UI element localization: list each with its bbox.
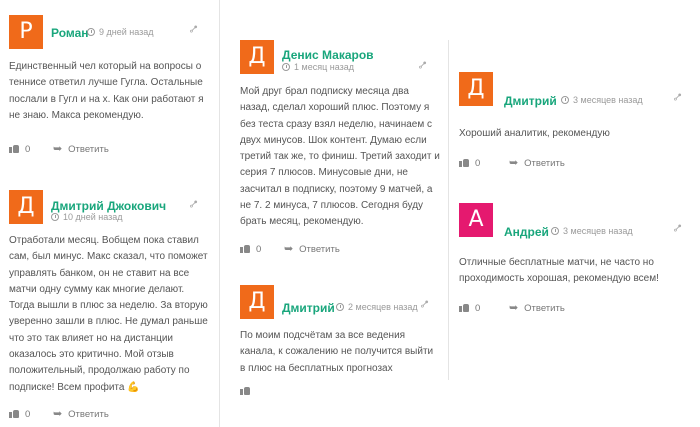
- review-card: Р Роман 9 дней назад ⊶ Единственный чел …: [9, 15, 209, 155]
- review-card: Д Дмитрий Джокович 10 дней назад ⊶ Отраб…: [9, 190, 209, 420]
- reply-icon[interactable]: ➥: [284, 242, 293, 255]
- reply-link[interactable]: Ответить: [524, 303, 565, 314]
- clock-icon: [282, 63, 290, 71]
- author-name: Дмитрий Джокович: [51, 199, 167, 213]
- like-icon[interactable]: [240, 244, 250, 253]
- review-time: 3 месяцев назад: [551, 226, 633, 236]
- avatar: Д: [240, 40, 274, 74]
- author-name: Андрей: [504, 225, 549, 239]
- review-time: 2 месяцев назад: [336, 302, 418, 312]
- review-card: А Андрей 3 месяцев назад ⊶ Отличные бесп…: [459, 203, 689, 314]
- review-actions: 0 ➥ Ответить: [9, 142, 209, 155]
- clock-icon: [561, 96, 569, 104]
- review-card: Д Дмитрий 2 месяцев назад ⊶ По моим подс…: [240, 285, 440, 397]
- review-time: 1 месяц назад: [282, 62, 354, 72]
- avatar: Д: [9, 190, 43, 224]
- avatar: Д: [459, 72, 493, 106]
- reply-icon[interactable]: ➥: [53, 142, 62, 155]
- column-divider: [448, 40, 449, 380]
- review-card: Д Дмитрий 3 месяцев назад ⊶ Хороший анал…: [459, 72, 689, 169]
- like-icon[interactable]: [459, 158, 469, 168]
- author-name: Дмитрий: [504, 94, 557, 108]
- like-icon[interactable]: [459, 303, 469, 312]
- author-name: Денис Макаров: [282, 48, 374, 62]
- review-time: 10 дней назад: [51, 212, 123, 222]
- link-icon[interactable]: ⊶: [418, 297, 433, 312]
- like-icon[interactable]: [240, 386, 250, 395]
- author-name: Дмитрий: [282, 301, 335, 315]
- author-name: Роман: [51, 26, 89, 40]
- review-actions: 0 ➥ Ответить: [459, 156, 689, 169]
- reply-icon[interactable]: ➥: [53, 407, 62, 420]
- link-icon[interactable]: ⊶: [187, 22, 202, 37]
- clock-icon: [87, 28, 95, 36]
- link-icon[interactable]: ⊶: [187, 197, 202, 212]
- reply-icon[interactable]: ➥: [509, 156, 518, 169]
- clock-icon: [336, 303, 344, 311]
- review-text: Отличные бесплатные матчи, не часто но п…: [459, 257, 659, 285]
- clock-icon: [551, 227, 559, 235]
- review-text: Единственный чел который на вопросы о те…: [9, 61, 204, 121]
- review-text: Отработали месяц. Вобщем пока ставил сам…: [9, 235, 208, 393]
- reply-link[interactable]: Ответить: [524, 158, 565, 169]
- link-icon[interactable]: ⊶: [671, 221, 686, 236]
- like-count: 0: [25, 144, 31, 156]
- avatar: Р: [9, 15, 43, 49]
- reply-link[interactable]: Ответить: [68, 144, 109, 155]
- like-count: 0: [475, 158, 481, 170]
- reply-link[interactable]: Ответить: [68, 409, 109, 420]
- review-actions: 0 ➥ Ответить: [9, 407, 209, 420]
- link-icon[interactable]: ⊶: [416, 58, 431, 73]
- review-time: 3 месяцев назад: [561, 95, 643, 105]
- avatar: Д: [240, 285, 274, 319]
- clock-icon: [51, 213, 59, 221]
- like-count: 0: [475, 302, 481, 314]
- like-count: 0: [25, 408, 31, 420]
- reviews-column-1: Р Роман 9 дней назад ⊶ Единственный чел …: [0, 0, 218, 427]
- reviews-column-2: Д Денис Макаров 1 месяц назад ⊶ Мой друг…: [221, 0, 447, 427]
- review-time: 9 дней назад: [87, 27, 154, 37]
- reply-link[interactable]: Ответить: [299, 244, 340, 255]
- review-text: По моим подсчётам за все ведения канала,…: [240, 330, 434, 374]
- like-icon[interactable]: [9, 409, 19, 418]
- review-text: Мой друг брал подписку месяца два назад,…: [240, 86, 440, 228]
- review-text: Хороший аналитик, рекомендую: [459, 128, 610, 139]
- review-card: Д Денис Макаров 1 месяц назад ⊶ Мой друг…: [240, 40, 440, 255]
- review-actions: [240, 386, 440, 397]
- review-actions: 0 ➥ Ответить: [459, 301, 689, 314]
- like-count: 0: [256, 243, 262, 255]
- reviews-column-3: Д Дмитрий 3 месяцев назад ⊶ Хороший анал…: [450, 0, 700, 427]
- review-actions: 0 ➥ Ответить: [240, 242, 440, 255]
- avatar: А: [459, 203, 493, 237]
- like-icon[interactable]: [9, 144, 19, 154]
- reply-icon[interactable]: ➥: [509, 301, 518, 314]
- link-icon[interactable]: ⊶: [671, 90, 686, 105]
- column-divider: [219, 0, 220, 427]
